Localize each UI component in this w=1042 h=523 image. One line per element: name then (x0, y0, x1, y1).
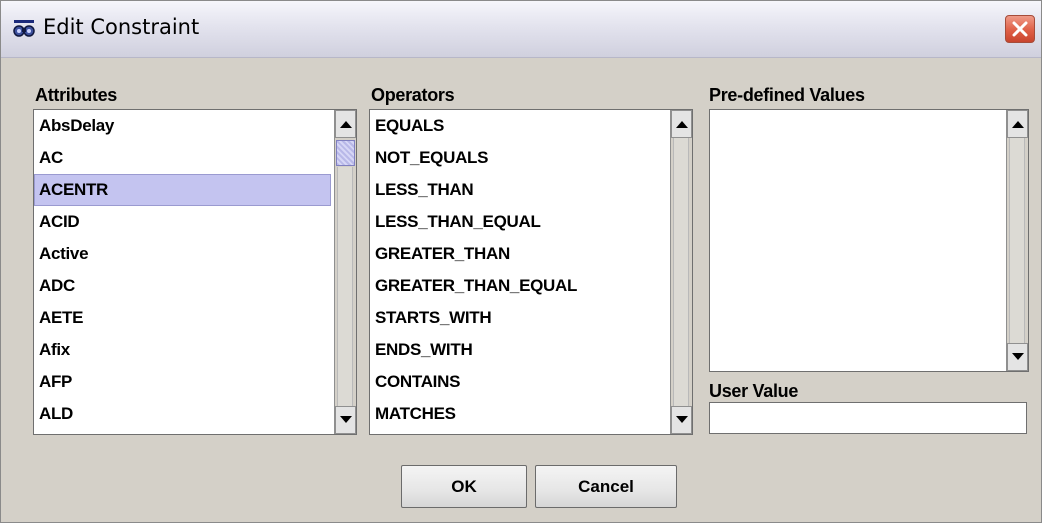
attributes-scroll-thumb[interactable] (336, 140, 355, 166)
list-item[interactable]: AFP (34, 366, 331, 398)
attributes-scroll-up-button[interactable] (335, 110, 356, 138)
operators-scroll-track[interactable] (673, 138, 689, 406)
close-button[interactable] (1005, 15, 1035, 43)
list-item[interactable]: GREATER_THAN (370, 238, 667, 270)
binoculars-icon (13, 18, 35, 40)
list-item[interactable]: LESS_THAN (370, 174, 667, 206)
list-item[interactable]: GREATER_THAN_EQUAL (370, 270, 667, 302)
operators-list[interactable]: EQUALS NOT_EQUALS LESS_THAN LESS_THAN_EQUAL… (369, 109, 693, 435)
arrow-up-icon (676, 121, 688, 128)
operators-items: EQUALS NOT_EQUALS LESS_THAN LESS_THAN_EQUAL… (370, 110, 692, 430)
list-item[interactable]: AbsDelay (34, 110, 331, 142)
list-item[interactable]: ALD (34, 398, 331, 430)
list-item[interactable]: EQUALS (370, 110, 667, 142)
list-item[interactable]: ACENTR (34, 174, 331, 206)
operators-label: Operators (371, 85, 455, 105)
ok-button[interactable]: OK (401, 465, 527, 508)
arrow-down-icon (676, 416, 688, 423)
arrow-down-icon (340, 416, 352, 423)
attributes-items: AbsDelay AC ACENTR ACID Active ADC AETE Afix AFP… (34, 110, 356, 430)
list-item[interactable]: ENDS_WITH (370, 334, 667, 366)
operators-scroll-up-button[interactable] (671, 110, 692, 138)
list-item[interactable]: Active (34, 238, 331, 270)
list-item[interactable]: NOT_EQUALS (370, 142, 667, 174)
predefined-scroll-track[interactable] (1009, 138, 1025, 343)
title-bar[interactable]: Edit Constraint (1, 1, 1041, 58)
window-title: Edit Constraint (43, 15, 200, 39)
list-item[interactable]: AC (34, 142, 331, 174)
list-item[interactable]: Afix (34, 334, 331, 366)
list-item[interactable]: MATCHES (370, 398, 667, 430)
attributes-list[interactable]: AbsDelay AC ACENTR ACID Active ADC AETE Afix AFP… (33, 109, 357, 435)
predefined-values-list[interactable] (709, 109, 1029, 372)
list-item[interactable]: STARTS_WITH (370, 302, 667, 334)
attributes-scrollbar[interactable] (334, 110, 356, 434)
predefined-scrollbar[interactable] (1006, 110, 1028, 371)
arrow-up-icon (1012, 121, 1024, 128)
arrow-down-icon (1012, 353, 1024, 360)
arrow-up-icon (340, 121, 352, 128)
attributes-scroll-down-button[interactable] (335, 406, 356, 434)
edit-constraint-dialog: Edit Constraint Attributes AbsDelay AC ACE… (0, 0, 1042, 523)
operators-scrollbar[interactable] (670, 110, 692, 434)
list-item[interactable]: ADC (34, 270, 331, 302)
attributes-scroll-track[interactable] (337, 167, 353, 406)
cancel-button[interactable]: Cancel (535, 465, 677, 508)
user-value-input[interactable] (709, 402, 1027, 434)
attributes-label: Attributes (35, 85, 117, 105)
predefined-scroll-down-button[interactable] (1007, 343, 1028, 371)
predefined-scroll-up-button[interactable] (1007, 110, 1028, 138)
user-value-label: User Value (709, 381, 799, 401)
list-item[interactable]: AETE (34, 302, 331, 334)
list-item[interactable]: ACID (34, 206, 331, 238)
operators-scroll-down-button[interactable] (671, 406, 692, 434)
list-item[interactable]: LESS_THAN_EQUAL (370, 206, 667, 238)
predefined-values-label: Pre-defined Values (709, 85, 865, 105)
close-icon (1012, 21, 1028, 37)
list-item[interactable]: CONTAINS (370, 366, 667, 398)
